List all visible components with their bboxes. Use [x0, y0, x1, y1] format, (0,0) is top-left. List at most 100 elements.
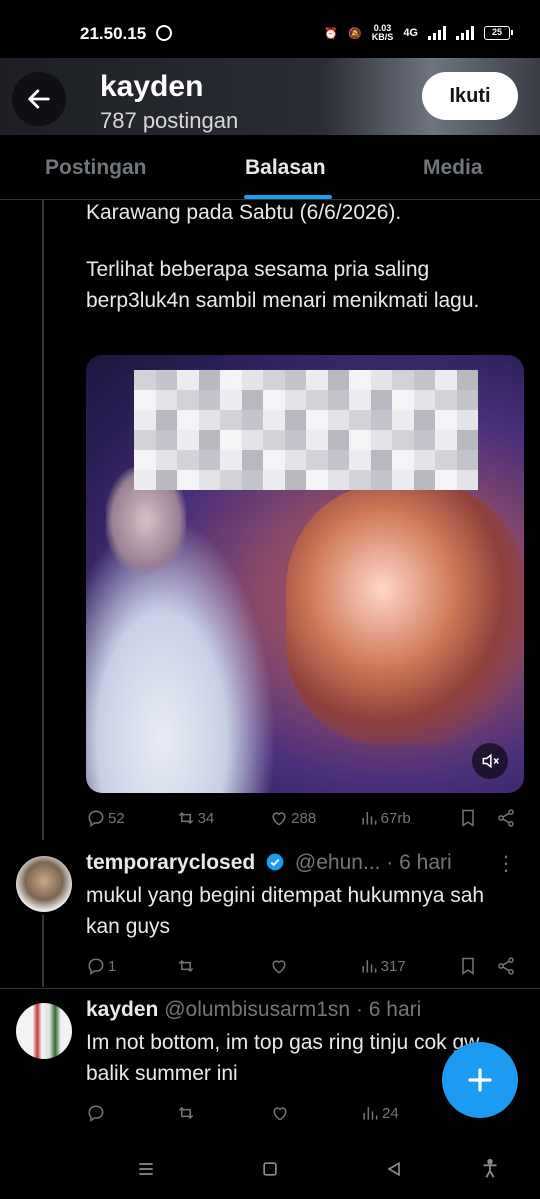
views-button[interactable]: 67rb: [359, 808, 459, 828]
pixel-cell: [435, 390, 457, 410]
accessibility-button[interactable]: [478, 1157, 502, 1181]
censored-pixelation: [134, 370, 478, 490]
views-chart-icon: [363, 1107, 378, 1120]
pixel-cell: [284, 470, 306, 490]
pixel-cell: [413, 390, 435, 410]
speaker-muted-icon: [482, 753, 499, 769]
pixel-cell: [392, 390, 414, 410]
pixel-cell: [177, 410, 199, 430]
more-options-icon[interactable]: ⋮: [496, 851, 516, 876]
pixel-cell: [349, 450, 371, 470]
pixel-cell: [198, 370, 220, 390]
like-button[interactable]: 288: [269, 808, 359, 828]
reply-button[interactable]: [86, 1103, 176, 1123]
post-count: 787 postingan: [100, 108, 239, 133]
pixel-cell: [155, 470, 177, 490]
pixel-cell: [370, 370, 392, 390]
pixel-cell: [327, 410, 349, 430]
repost-button[interactable]: 34: [176, 808, 270, 828]
pixel-cell: [413, 370, 435, 390]
pixel-cell: [241, 390, 263, 410]
pixel-cell: [306, 450, 328, 470]
reply-author-handle[interactable]: @olumbisusarm1sn: [164, 998, 350, 1021]
bookmark-button[interactable]: [458, 956, 496, 976]
compose-post-button[interactable]: [442, 1042, 518, 1118]
views-count: 24: [382, 1104, 399, 1122]
mute-button[interactable]: [472, 743, 508, 779]
pixel-cell: [263, 390, 285, 410]
plus-icon: [468, 1068, 492, 1092]
share-button[interactable]: [496, 956, 516, 976]
tab-postingan[interactable]: Postingan: [45, 156, 147, 180]
pixel-cell: [263, 410, 285, 430]
like-button[interactable]: [270, 1103, 360, 1123]
heart-icon: [273, 1107, 287, 1121]
accessibility-icon: [483, 1158, 497, 1178]
repost-button[interactable]: [176, 1103, 270, 1123]
divider: [0, 988, 540, 989]
like-button[interactable]: [269, 956, 359, 976]
pixel-cell: [327, 390, 349, 410]
pixel-cell: [241, 430, 263, 450]
pixel-cell: [198, 430, 220, 450]
pixel-cell: [306, 370, 328, 390]
verified-badge-icon: [266, 853, 284, 871]
share-button[interactable]: [496, 808, 516, 828]
post-text-line: Karawang pada Sabtu (6/6/2026).: [86, 201, 402, 224]
pixel-cell: [327, 470, 349, 490]
views-count: 67rb: [380, 809, 411, 827]
pixel-cell: [134, 430, 156, 450]
post-video[interactable]: [86, 355, 524, 793]
pixel-cell: [284, 370, 306, 390]
pixel-cell: [241, 450, 263, 470]
reply-button[interactable]: 52: [86, 808, 176, 828]
pixel-cell: [392, 370, 414, 390]
tab-media[interactable]: Media: [423, 156, 483, 180]
home-button[interactable]: [258, 1157, 282, 1181]
pixel-cell: [435, 370, 457, 390]
post-text-paragraph: Terlihat beberapa sesama pria saling ber…: [86, 258, 480, 312]
status-time: 21.50.15: [80, 24, 147, 43]
like-count: 288: [291, 809, 317, 827]
avatar[interactable]: [16, 856, 72, 912]
reply-text: mukul yang begini ditempat hukumnya sah …: [86, 884, 485, 938]
profile-name: kayden: [100, 70, 204, 103]
pixel-cell: [413, 450, 435, 470]
reply-button[interactable]: 1: [86, 956, 176, 976]
pixel-cell: [220, 430, 242, 450]
reply-author-handle[interactable]: @ehun...: [295, 851, 381, 874]
pixel-cell: [177, 450, 199, 470]
views-button[interactable]: 317: [359, 956, 459, 976]
pixel-cell: [392, 430, 414, 450]
pixel-cell: [327, 450, 349, 470]
pixel-cell: [155, 410, 177, 430]
repost-button[interactable]: [176, 956, 270, 976]
back-button[interactable]: [12, 72, 66, 126]
square-icon: [263, 1162, 277, 1176]
pixel-cell: [177, 390, 199, 410]
pixel-cell: [327, 370, 349, 390]
views-button[interactable]: 24: [360, 1103, 460, 1123]
status-icons: ⏰ 🔕 0.03 KB/S 4G 25: [324, 24, 513, 42]
pixel-cell: [284, 450, 306, 470]
avatar[interactable]: [16, 1003, 72, 1059]
pixel-cell: [177, 470, 199, 490]
tab-balasan[interactable]: Balasan: [245, 156, 326, 180]
reply-author-name[interactable]: kayden: [86, 998, 158, 1021]
reply-time: · 6 hari: [386, 851, 452, 874]
arrow-left-icon: [28, 89, 50, 109]
thread-line: [42, 200, 44, 840]
share-icon: [498, 809, 514, 827]
pixel-cell: [155, 430, 177, 450]
pixel-cell: [198, 450, 220, 470]
recents-button[interactable]: [134, 1157, 158, 1181]
profile-tabs: Postingan Balasan Media: [0, 135, 540, 200]
bookmark-button[interactable]: [458, 808, 496, 828]
reply-count: 1: [108, 957, 117, 975]
reply-author-name[interactable]: temporaryclosed: [86, 851, 255, 874]
pixel-cell: [392, 410, 414, 430]
follow-button[interactable]: Ikuti: [422, 72, 518, 120]
repost-icon: [178, 811, 193, 825]
pixel-cell: [263, 470, 285, 490]
back-nav-button[interactable]: [382, 1157, 406, 1181]
